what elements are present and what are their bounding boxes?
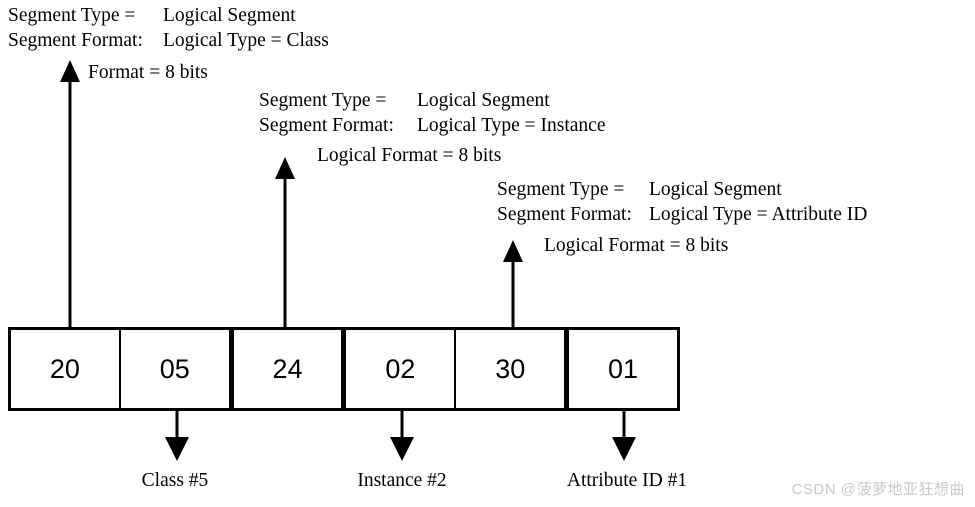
byte-value: 20 [49, 353, 80, 384]
annotation-format-row: Segment Format: Logical Type = Instance [259, 113, 606, 138]
byte-value: 24 [272, 353, 303, 384]
bottom-label-instance: Instance #2 [357, 470, 446, 492]
byte-value: 05 [159, 353, 190, 384]
arrow-down-attribute [612, 411, 636, 461]
annotation-attribute-format-size-line: Logical Format = 8 bits [544, 233, 728, 258]
arrow-shaft [511, 260, 515, 327]
bottom-label-text: Attribute ID #1 [566, 470, 688, 491]
byte-cell: 05 [121, 330, 234, 408]
segment-format-value: Logical Type = Class [163, 30, 329, 51]
bottom-label-text: Class #5 [141, 470, 209, 491]
arrow-up-instance-segment [275, 157, 295, 327]
annotation-format-row: Segment Format: Logical Type = Class [8, 28, 329, 53]
bottom-label-class: Class #5 [142, 470, 209, 492]
annotation-class-format-size-line: Format = 8 bits [88, 60, 208, 85]
arrowhead-up-icon [275, 157, 295, 179]
arrowhead-up-icon [60, 60, 80, 82]
annotation-instance-segment: Segment Type = Logical Segment Segment F… [259, 88, 606, 138]
arrowhead-down-icon [390, 437, 414, 461]
arrow-shaft [68, 80, 72, 327]
byte-value: 02 [385, 353, 416, 384]
segment-format-label: Segment Format: [497, 204, 632, 225]
diagram-canvas: Segment Type = Logical Segment Segment F… [0, 0, 975, 507]
arrowhead-down-icon [165, 437, 189, 461]
arrow-up-attribute-segment [503, 240, 523, 327]
segment-format-label: Segment Format: [8, 30, 143, 51]
annotation-format-row: Segment Format: Logical Type = Attribute… [497, 202, 867, 227]
arrow-down-instance [390, 411, 414, 461]
annotation-type-row: Segment Type = Logical Segment [259, 88, 606, 113]
byte-value: 01 [608, 353, 639, 384]
arrowhead-up-icon [503, 240, 523, 262]
arrow-shaft [622, 411, 626, 439]
arrowhead-down-icon [612, 437, 636, 461]
annotation-class-segment: Segment Type = Logical Segment Segment F… [8, 3, 329, 53]
byte-cell: 24 [234, 330, 347, 408]
byte-cell: 20 [11, 330, 121, 408]
bottom-label-attribute: Attribute ID #1 [567, 470, 687, 492]
annotation-attribute-segment: Segment Type = Logical Segment Segment F… [497, 177, 867, 227]
annotation-type-row: Segment Type = Logical Segment [8, 3, 329, 28]
watermark: CSDN @菠萝地亚狂想曲 [791, 481, 965, 498]
byte-value: 30 [495, 353, 526, 384]
byte-sequence-box: 20 05 24 02 30 01 [8, 327, 680, 411]
format-size-text: Format = 8 bits [88, 62, 208, 83]
segment-type-label: Segment Type = [497, 179, 625, 200]
format-size-text: Logical Format = 8 bits [317, 145, 502, 166]
annotation-type-row: Segment Type = Logical Segment [497, 177, 867, 202]
bottom-label-text: Instance #2 [357, 470, 447, 491]
arrow-down-class [165, 411, 189, 461]
segment-format-value: Logical Type = Attribute ID [649, 204, 868, 225]
segment-type-value: Logical Segment [163, 5, 296, 26]
byte-cell: 02 [346, 330, 457, 408]
byte-cell: 01 [569, 330, 677, 408]
segment-type-value: Logical Segment [649, 179, 782, 200]
segment-format-label: Segment Format: [259, 115, 394, 136]
byte-cell: 30 [456, 330, 570, 408]
segment-type-label: Segment Type = [8, 5, 136, 26]
arrow-shaft [400, 411, 404, 439]
format-size-text: Logical Format = 8 bits [544, 235, 729, 256]
segment-type-value: Logical Segment [417, 90, 550, 111]
arrow-shaft [283, 177, 287, 327]
annotation-instance-format-size-line: Logical Format = 8 bits [317, 143, 501, 168]
segment-format-value: Logical Type = Instance [417, 115, 606, 136]
segment-type-label: Segment Type = [259, 90, 387, 111]
arrow-up-class-segment [60, 60, 80, 327]
arrow-shaft [175, 411, 179, 439]
